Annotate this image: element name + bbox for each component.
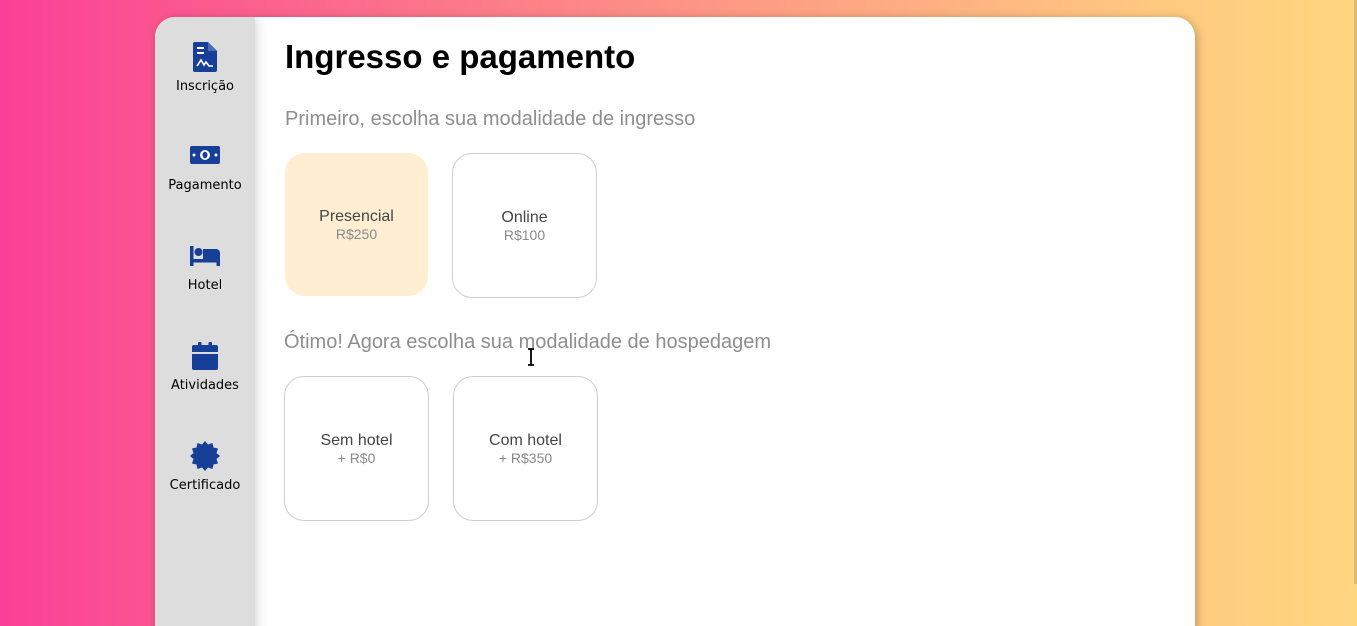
- app-window: Inscrição Pagamento Hotel Atividades Cer…: [155, 17, 1195, 626]
- sidebar: Inscrição Pagamento Hotel Atividades Cer…: [155, 17, 255, 626]
- sidebar-item-label: Inscrição: [175, 79, 235, 94]
- file-signature-icon: [190, 42, 220, 72]
- sidebar-item-atividades[interactable]: Atividades: [155, 325, 255, 425]
- hotel-options: Sem hotel + R$0 Com hotel + R$350: [284, 376, 1195, 521]
- option-price: + R$350: [498, 449, 553, 466]
- option-name: Online: [501, 208, 548, 226]
- option-price: + R$0: [337, 449, 376, 466]
- option-price: R$250: [335, 225, 378, 242]
- sidebar-item-hotel[interactable]: Hotel: [155, 225, 255, 325]
- sidebar-item-label: Pagamento: [168, 178, 242, 193]
- sidebar-item-inscricao[interactable]: Inscrição: [155, 25, 255, 125]
- bed-icon: [190, 241, 220, 271]
- ticket-option-online[interactable]: Online R$100: [452, 153, 597, 298]
- option-price: R$100: [503, 226, 546, 243]
- hotel-section-subtitle: Ótimo! Agora escolha sua modalidade de h…: [284, 331, 771, 353]
- ticket-option-presencial[interactable]: Presencial R$250: [285, 153, 428, 296]
- certificate-icon: [190, 441, 220, 471]
- sidebar-item-label: Certificado: [169, 478, 241, 493]
- option-name: Presencial: [319, 207, 394, 225]
- ticket-section-subtitle: Primeiro, escolha sua modalidade de ingr…: [285, 108, 696, 130]
- page-title: Ingresso e pagamento: [285, 38, 636, 75]
- ticket-options: Presencial R$250 Online R$100: [285, 153, 1195, 298]
- sidebar-item-label: Hotel: [187, 278, 223, 293]
- sidebar-item-certificado[interactable]: Certificado: [155, 425, 255, 525]
- option-name: Sem hotel: [320, 431, 393, 449]
- hotel-option-sem-hotel[interactable]: Sem hotel + R$0: [284, 376, 429, 521]
- calendar-icon: [190, 341, 220, 371]
- text-cursor-icon: [528, 348, 534, 366]
- sidebar-item-pagamento[interactable]: Pagamento: [155, 125, 255, 225]
- hotel-option-com-hotel[interactable]: Com hotel + R$350: [453, 376, 598, 521]
- option-name: Com hotel: [489, 431, 562, 449]
- money-bill-icon: [190, 141, 220, 171]
- main-content: Ingresso e pagamento Primeiro, escolha s…: [255, 17, 1195, 626]
- sidebar-item-label: Atividades: [171, 378, 239, 393]
